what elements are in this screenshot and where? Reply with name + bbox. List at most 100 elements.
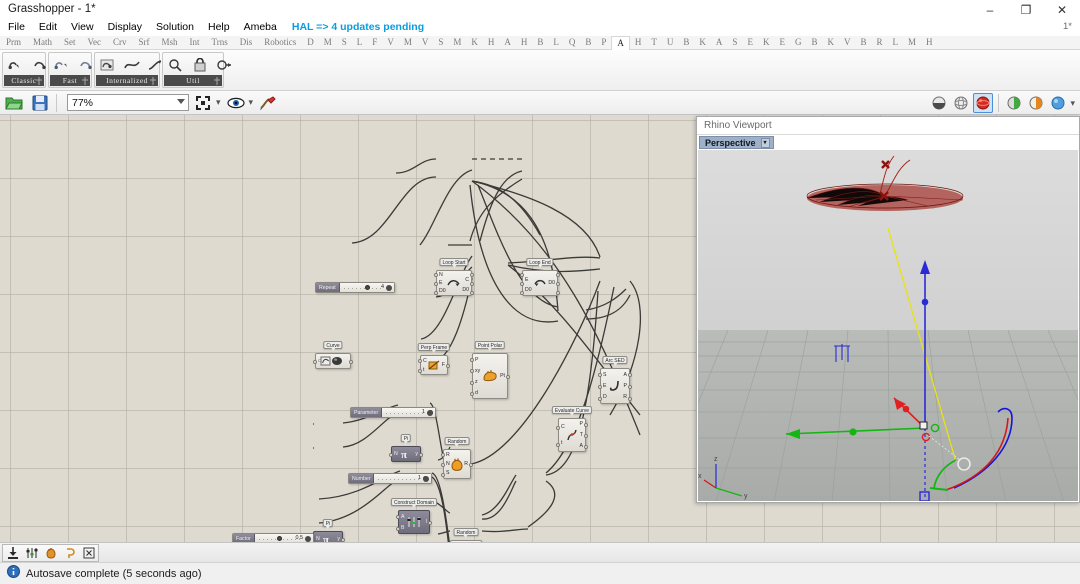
ribbon-tab-d-11[interactable]: D [302, 36, 319, 50]
port-out-loop-end-1[interactable]: D0 [548, 280, 555, 286]
ribbon-tab-g-41[interactable]: G [790, 36, 807, 50]
port-in-perp-frame-1[interactable]: t [423, 367, 424, 373]
port-out-evaluate-curve-2[interactable]: A [580, 443, 583, 449]
ribbon-tab-k-21[interactable]: K [466, 36, 483, 50]
port-nub-out-evaluate-curve-0[interactable] [584, 422, 588, 427]
clear-icon[interactable] [79, 545, 98, 561]
port-out-arc-sed-1[interactable]: P [624, 383, 627, 389]
ribbon-group-internalized[interactable]: Internalized [94, 52, 162, 88]
hook-left-icon[interactable] [5, 55, 27, 76]
port-nub-out-arc-sed-1[interactable] [628, 385, 632, 389]
paint-preview-button[interactable] [256, 92, 280, 114]
port-nub-in-loop-end-2[interactable] [520, 290, 524, 295]
ribbon-tab-b-34[interactable]: B [678, 36, 694, 50]
util-pin-icon[interactable] [214, 77, 220, 85]
slider-track-parameter-slider[interactable]: 1 [382, 408, 435, 417]
port-nub-out-loop-start-2[interactable] [470, 290, 474, 295]
ribbon-tab-v-16[interactable]: V [382, 36, 399, 50]
port-out-loop-start-2[interactable]: D0 [462, 287, 469, 293]
rhino-3d-viewport[interactable]: z y x [698, 150, 1078, 501]
port-in-evaluate-curve-0[interactable]: C [561, 424, 565, 430]
port-nub-in-loop-start-0[interactable] [434, 273, 438, 278]
port-nub-in-loop-end-0[interactable] [520, 273, 524, 278]
ribbon-tab-int-7[interactable]: Int [184, 36, 206, 50]
port-nub-out-evaluate-curve-1[interactable] [584, 434, 588, 438]
ribbon-tab-s-13[interactable]: S [337, 36, 352, 50]
port-nub-out-perp-frame-0[interactable] [446, 364, 450, 368]
ribbon-tab-l-26[interactable]: L [548, 36, 564, 50]
port-in-perp-frame-0[interactable]: C [423, 358, 427, 364]
ribbon-tab-k-43[interactable]: K [822, 36, 839, 50]
port-out-random-1-0[interactable]: R [464, 461, 468, 467]
ribbon-tab-crv-4[interactable]: Crv [107, 36, 133, 50]
ribbon-tab-m-20[interactable]: M [448, 36, 466, 50]
slider-knob-repeat-slider[interactable] [364, 285, 370, 290]
ribbon-tab-a-23[interactable]: A [499, 36, 516, 50]
viewport-perspective-tab[interactable]: Perspective ▾ [699, 136, 774, 149]
menu-help[interactable]: Help [201, 20, 237, 35]
port-in-loop-start-2[interactable]: D0 [439, 288, 446, 294]
port-out-loop-start-1[interactable]: C [465, 277, 469, 283]
port-out-evaluate-curve-0[interactable]: P [580, 421, 583, 427]
ribbon-tab-r-46[interactable]: R [871, 36, 887, 50]
slider-parameter-slider[interactable]: Parameter 1 [350, 407, 436, 418]
slider-knob-factor-slider-1[interactable] [277, 536, 283, 541]
port-in-pi-1-0[interactable]: N [394, 451, 398, 457]
port-nub-in-arc-sed-0[interactable] [598, 373, 602, 377]
menu-solution[interactable]: Solution [149, 20, 201, 35]
port-in-point-polar-0[interactable]: P [475, 357, 478, 363]
ribbon-tab-s-37[interactable]: S [727, 36, 742, 50]
node-loop-start[interactable]: N E D0 C D0 [434, 270, 474, 296]
curve-smooth-icon[interactable] [121, 55, 143, 76]
port-in-loop-end-2[interactable]: D0 [525, 287, 532, 293]
fast-hook-left-icon[interactable] [51, 55, 73, 76]
internalized-pin-icon[interactable] [150, 77, 156, 85]
port-nub-out-loop-end-1[interactable] [556, 282, 560, 286]
ribbon-tab-v-18[interactable]: V [417, 36, 434, 50]
rhino-viewport-panel[interactable]: Rhino Viewport Perspective ▾ z y x [696, 116, 1080, 503]
menu-edit[interactable]: Edit [32, 20, 64, 35]
maximize-button[interactable]: ❐ [1008, 0, 1044, 20]
port-nub-out-pi-1-0[interactable] [419, 453, 423, 457]
ribbon-tab-math-1[interactable]: Math [27, 36, 58, 50]
ribbon-tab-e-38[interactable]: E [742, 36, 758, 50]
port-nub-in-point-polar-3[interactable] [470, 392, 474, 397]
port-in-loop-start-0[interactable]: N [439, 272, 443, 278]
node-loop-end[interactable]: E D0 D0 [520, 270, 560, 296]
shaded-sphere-button[interactable] [929, 93, 949, 113]
port-out-perp-frame-0[interactable]: F [442, 362, 445, 368]
port-out-point-polar-0[interactable]: Pt [500, 373, 505, 379]
slider-factor-slider-1[interactable]: Factor 0.5 [232, 533, 314, 542]
ribbon-tab-prm-0[interactable]: Prm [0, 36, 27, 50]
ribbon-tab-b-25[interactable]: B [532, 36, 548, 50]
port-nub-in-random-1-2[interactable] [441, 473, 445, 477]
ribbon-tab-s-19[interactable]: S [433, 36, 448, 50]
port-in-loop-start-1[interactable]: E [439, 280, 442, 286]
menu-file[interactable]: File [0, 20, 32, 35]
ribbon-tab-k-35[interactable]: K [694, 36, 711, 50]
port-in-arc-sed-1[interactable]: E [603, 383, 606, 389]
port-nub-in-loop-end-1[interactable] [520, 282, 524, 286]
ribbon-tab-vec-3[interactable]: Vec [82, 36, 108, 50]
display-mode-dropdown-dot[interactable]: ▾ [1070, 98, 1075, 109]
port-in-random-1-1[interactable]: N [446, 461, 450, 467]
port-nub-in-arc-sed-2[interactable] [598, 397, 602, 401]
menu-ameba[interactable]: Ameba [237, 20, 284, 35]
port-in-loop-end-1[interactable]: E [525, 277, 528, 283]
node-construct-domain-1[interactable]: AB I [396, 510, 432, 534]
ribbon-tab-m-12[interactable]: M [319, 36, 337, 50]
ribbon-group-fast[interactable]: Fast [48, 52, 92, 88]
slider-repeat-slider[interactable]: Repeat 4 [315, 282, 395, 293]
port-in-arc-sed-0[interactable]: S [603, 372, 606, 378]
ribbon-tab-h-24[interactable]: H [516, 36, 533, 50]
port-in-evaluate-curve-1[interactable]: t [561, 440, 562, 446]
open-file-button[interactable] [2, 92, 26, 114]
ribbon-tab-trns-8[interactable]: Trns [206, 36, 234, 50]
preview-dropdown-dot[interactable]: ▾ [249, 97, 254, 108]
green-sphere-button[interactable] [1004, 93, 1024, 113]
zoom-icon[interactable] [165, 55, 187, 76]
port-nub-out-loop-end-2[interactable] [556, 290, 560, 295]
ribbon-tab-dis-9[interactable]: Dis [234, 36, 259, 50]
port-nub-in-loop-start-1[interactable] [434, 282, 438, 286]
ribbon-tab-set-2[interactable]: Set [58, 36, 82, 50]
